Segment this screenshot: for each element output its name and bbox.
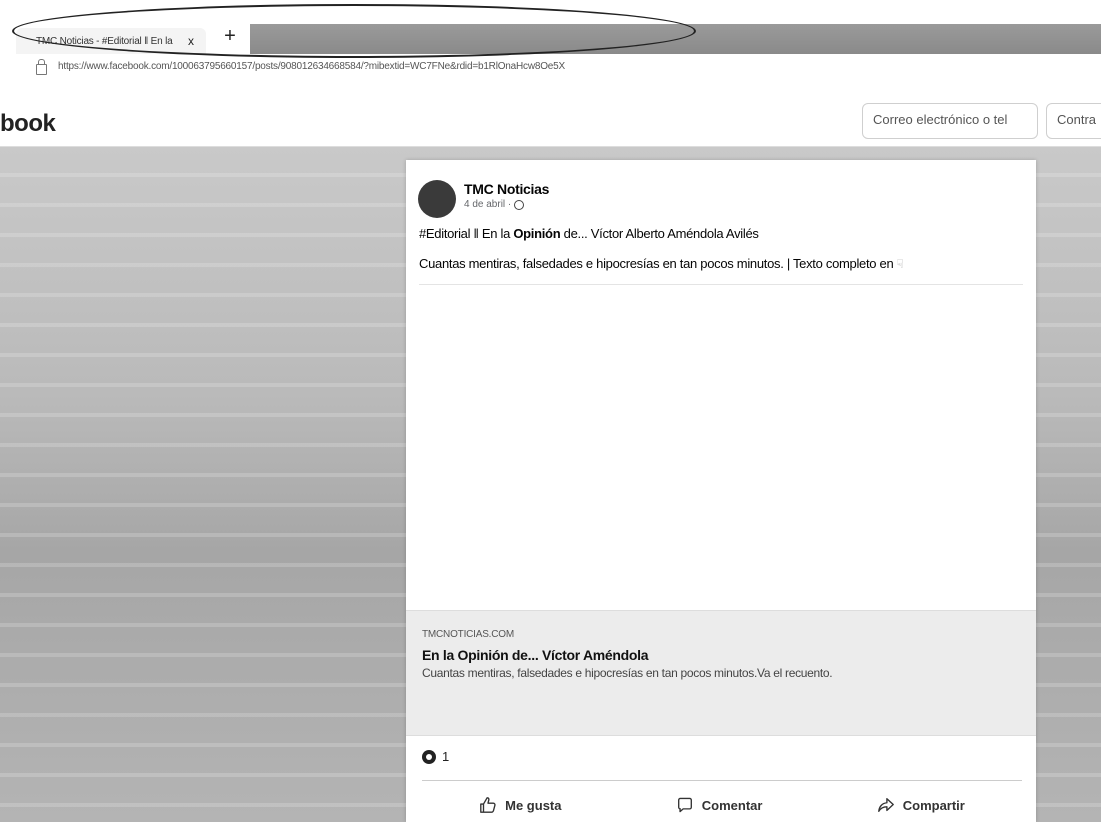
browser-tab-strip: TMC Noticias - #Editorial ‖ En la x + xyxy=(0,0,1101,58)
like-label: Me gusta xyxy=(505,797,562,813)
browser-tab[interactable]: TMC Noticias - #Editorial ‖ En la x xyxy=(16,28,206,54)
post-date[interactable]: 4 de abril · xyxy=(464,199,511,210)
lock-icon[interactable] xyxy=(36,59,47,75)
post-action-bar: Me gusta Comentar Compartir xyxy=(422,790,1022,820)
tab-strip-background xyxy=(250,24,1101,54)
like-button[interactable]: Me gusta xyxy=(479,796,561,814)
post-card: TMC Noticias 4 de abril · #Editorial ‖ E… xyxy=(406,160,1036,822)
share-button[interactable]: Compartir xyxy=(877,796,965,814)
headline-prefix: #Editorial ‖ En la xyxy=(419,226,514,241)
headline-bold: Opinión xyxy=(513,226,561,241)
email-field[interactable]: Correo electrónico o tel xyxy=(862,103,1038,139)
tab-title: TMC Noticias - #Editorial ‖ En la xyxy=(36,35,173,47)
new-tab-button[interactable]: + xyxy=(219,26,241,48)
avatar[interactable] xyxy=(418,180,456,218)
post-body-text: Cuantas mentiras, falsedades e hipocresí… xyxy=(419,256,894,271)
comment-button[interactable]: Comentar xyxy=(676,796,763,814)
password-field[interactable]: Contra xyxy=(1046,103,1101,139)
link-description: Cuantas mentiras, falsedades e hipocresí… xyxy=(422,666,833,680)
headline-suffix: de... Víctor Alberto Améndola Avilés xyxy=(560,226,759,241)
post-text: Cuantas mentiras, falsedades e hipocresí… xyxy=(419,256,904,271)
post-headline: #Editorial ‖ En la Opinión de... Víctor … xyxy=(419,226,759,241)
facebook-header: book Correo electrónico o tel Contra xyxy=(0,84,1101,147)
link-title: En la Opinión de... Víctor Améndola xyxy=(422,647,649,663)
reaction-count: 1 xyxy=(442,749,450,764)
link-domain: TMCNOTICIAS.COM xyxy=(422,629,514,640)
share-icon xyxy=(877,798,894,812)
post-author[interactable]: TMC Noticias xyxy=(464,181,549,197)
comment-icon xyxy=(677,797,692,813)
comment-label: Comentar xyxy=(701,797,763,813)
thumbs-up-icon xyxy=(480,797,496,813)
share-label: Compartir xyxy=(902,797,965,813)
pointer-icon: ☟ xyxy=(896,257,904,271)
reactions-summary[interactable]: 1 xyxy=(422,749,449,764)
facebook-logo[interactable]: book xyxy=(0,110,56,138)
like-badge-icon xyxy=(422,749,436,764)
divider xyxy=(419,284,1023,285)
url-text[interactable]: https://www.facebook.com/100063795660157… xyxy=(58,61,565,72)
tab-close-button[interactable]: x xyxy=(188,34,194,48)
divider xyxy=(422,780,1022,781)
address-bar: https://www.facebook.com/100063795660157… xyxy=(0,58,1101,84)
link-preview-meta[interactable]: TMCNOTICIAS.COM En la Opinión de... Víct… xyxy=(406,610,1036,736)
post-meta: 4 de abril · xyxy=(464,199,525,210)
globe-icon xyxy=(514,199,525,210)
